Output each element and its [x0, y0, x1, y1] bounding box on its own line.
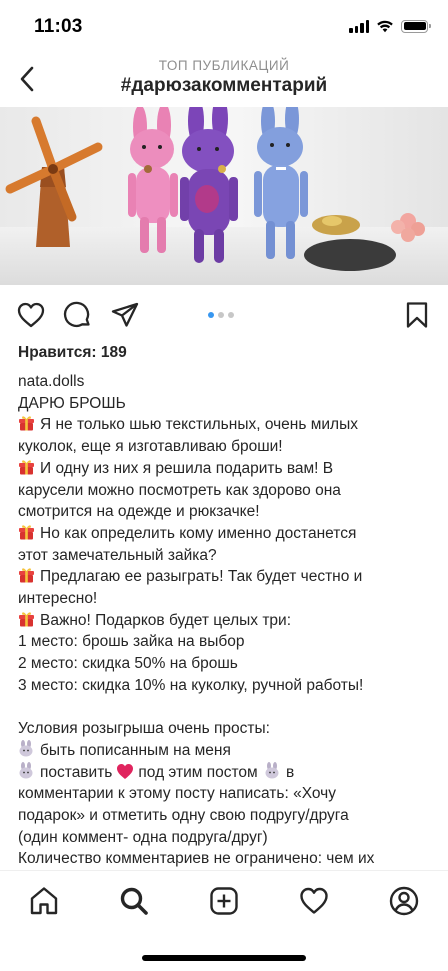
caption-line: И одну из них я решила подарить вам! В — [18, 458, 438, 480]
caption-text: 1 место: брошь зайка на выбор — [18, 633, 245, 651]
gift-emoji-icon — [18, 610, 35, 627]
status-time: 11:03 — [34, 16, 83, 37]
caption-line: куколок, еще я изготавливаю броши! — [18, 436, 438, 458]
caption-line: комментарии к этому посту написать: «Хоч… — [18, 785, 336, 803]
caption-line: Предлагаю ее разыграть! Так будет честно… — [18, 566, 438, 588]
nav-search[interactable] — [118, 885, 150, 917]
caption-line: 3 место: скидка 10% на куколку, ручной р… — [18, 675, 438, 697]
carousel-indicator — [208, 312, 234, 318]
caption-text: 3 место: скидка 10% на куколку, ручной р… — [18, 676, 364, 694]
caption-line: быть пописанным на меня — [18, 739, 438, 762]
caption-line: Количество комментариев не ограничено: ч… — [18, 850, 375, 868]
caption-line: 1 место: брошь зайка на выбор — [18, 631, 438, 653]
home-indicator — [142, 955, 306, 961]
save-button[interactable] — [402, 300, 432, 330]
page-title: #дарюзакомментарий — [120, 75, 328, 96]
caption-text: 2 место: скидка 50% на брошь — [18, 655, 238, 673]
caption-line: ДАРЮ БРОШЬ — [18, 393, 438, 415]
status-icons — [349, 19, 431, 33]
username-link[interactable]: nata.dolls — [18, 373, 84, 390]
nav-profile[interactable] — [388, 885, 420, 917]
add-post-icon — [210, 887, 238, 915]
caption-text: смотрится на одежде и рюкзачке! — [18, 503, 260, 521]
caption-text: Важно! Подарков будет целых три: — [40, 611, 292, 629]
carousel-dot — [218, 312, 224, 318]
likes-count[interactable]: Нравится: 189 — [18, 344, 127, 362]
caption-line: Но как определить кому именно достанется — [18, 523, 438, 545]
cellular-signal-icon — [349, 19, 369, 33]
carousel-dot — [228, 312, 234, 318]
gift-emoji-icon — [18, 566, 35, 583]
caption-line: подарок» и отметить одну свою подругу/др… — [18, 807, 349, 825]
post-actions — [0, 294, 448, 334]
gift-emoji-icon — [18, 523, 35, 540]
comment-icon — [63, 301, 90, 328]
caption-line: карусели можно посмотреть как здорово он… — [18, 480, 438, 502]
search-icon — [120, 887, 148, 915]
caption-text: этот замечательный зайка? — [18, 546, 217, 564]
bunny-emoji-icon — [18, 761, 34, 779]
caption-text: Я не только шью текстильных, очень милых — [40, 416, 358, 434]
caption-text: И одну из них я решила подарить вам! В — [40, 459, 334, 477]
caption-text: интересно! — [18, 590, 98, 608]
comment-button[interactable] — [62, 300, 92, 330]
caption-text: в — [285, 763, 295, 781]
red-heart-emoji-icon — [116, 763, 134, 780]
nav-home[interactable] — [28, 885, 60, 917]
wifi-icon — [377, 20, 393, 33]
header-subtitle: ТОП ПУБЛИКАЦИЙ — [158, 58, 290, 73]
caption-text: карусели можно посмотреть как здорово он… — [18, 481, 341, 499]
status-bar: 11:03 — [0, 0, 448, 56]
post-caption: nata.dolls ДАРЮ БРОШЬ Я не только шью тек… — [18, 371, 438, 869]
bunny-emoji-icon — [18, 739, 34, 757]
caption-text: куколок, еще я изготавливаю броши! — [18, 438, 283, 456]
activity-icon — [300, 887, 328, 914]
bottom-nav — [0, 870, 448, 932]
gift-emoji-icon — [18, 458, 35, 475]
caption-line: 2 место: скидка 50% на брошь — [18, 653, 438, 675]
bookmark-icon — [406, 302, 428, 328]
home-icon — [30, 887, 58, 915]
caption-line: смотрится на одежде и рюкзачке! — [18, 501, 438, 523]
profile-icon — [389, 886, 419, 916]
header: ТОП ПУБЛИКАЦИЙ #дарюзакомментарий — [0, 56, 448, 104]
share-icon — [111, 302, 139, 327]
caption-text: быть пописанным на меня — [40, 741, 231, 759]
caption-text: Предлагаю ее разыграть! Так будет честно… — [40, 568, 363, 586]
caption-line: поставить под этим постом в — [18, 761, 438, 784]
caption-username[interactable]: nata.dolls — [18, 371, 438, 393]
like-button[interactable] — [16, 300, 46, 330]
gift-emoji-icon — [18, 414, 35, 431]
caption-text: Но как определить кому именно достанется — [40, 524, 357, 542]
caption-line: (один коммент- одна подруга/друг) — [18, 828, 268, 846]
post-image[interactable] — [0, 107, 448, 285]
battery-icon — [401, 19, 431, 33]
caption-line: этот замечательный зайка? — [18, 545, 438, 567]
caption-text: поставить — [40, 763, 113, 781]
caption-text: Условия розыгрыша очень просты: — [18, 720, 270, 738]
caption-line: интересно! — [18, 588, 438, 610]
bunny-emoji-icon — [264, 761, 280, 779]
caption-line: Я не только шью текстильных, очень милых — [18, 414, 438, 436]
caption-text: под этим постом — [138, 763, 258, 781]
caption-tail: комментарии к этому посту написать: «Хоч… — [18, 783, 438, 869]
caption-line — [18, 697, 438, 719]
nav-activity[interactable] — [298, 885, 330, 917]
share-button[interactable] — [110, 300, 140, 330]
nav-new-post[interactable] — [208, 885, 240, 917]
caption-body: ДАРЮ БРОШЬ Я не только шью текстильных, о… — [18, 393, 438, 762]
caption-text: ДАРЮ БРОШЬ — [18, 394, 126, 412]
carousel-dot — [208, 312, 214, 318]
heart-icon — [17, 302, 45, 328]
post-photo — [0, 107, 448, 285]
caption-line: Важно! Подарков будет целых три: — [18, 610, 438, 632]
caption-line: Условия розыгрыша очень просты: — [18, 718, 438, 740]
